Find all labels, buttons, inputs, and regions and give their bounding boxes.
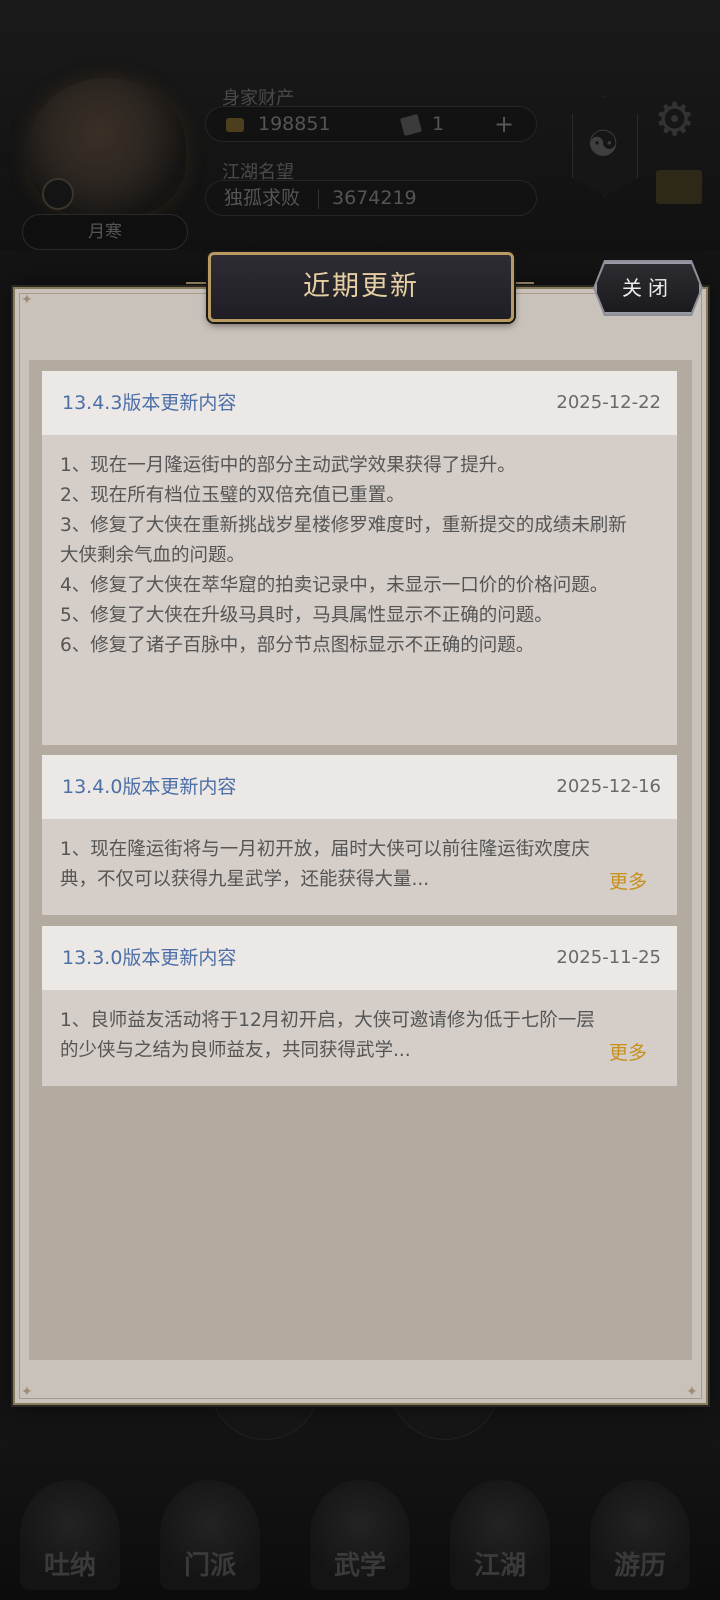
update-date: 2025-11-25 <box>556 947 661 968</box>
ticket-count: 1 <box>432 113 445 135</box>
rank-title: 独孤求败 <box>224 187 301 209</box>
nav-jianghu[interactable]: 江湖 <box>450 1480 550 1590</box>
close-button[interactable]: 关闭 <box>595 262 701 314</box>
dialog-title: 近期更新 <box>303 271 419 302</box>
coin-count: 198851 <box>258 113 331 135</box>
update-date: 2025-12-16 <box>556 776 661 797</box>
update-entry: 13.4.3版本更新内容 2025-12-22 1、现在一月隆运街中的部分主动武… <box>42 371 677 745</box>
nav-travel[interactable]: 游历 <box>590 1480 690 1590</box>
update-body: 1、良师益友活动将于12月初开启，大侠可邀请修为低于七阶一层的少侠与之结为良师益… <box>42 990 677 1086</box>
update-text: 1、现在一月隆运街中的部分主动武学效果获得了提升。 2、现在所有档位玉璧的双倍充… <box>60 455 627 656</box>
nav-martial-arts[interactable]: 武学 <box>310 1480 410 1590</box>
update-date: 2025-12-22 <box>556 392 661 413</box>
coin-icon <box>226 118 244 132</box>
update-text: 1、现在隆运街将与一月初开放，届时大侠可以前往隆运街欢度庆典，不仅可以获得九星武… <box>60 839 590 890</box>
corner-ornament: ✦ <box>21 292 33 308</box>
nav-label: 吐纳 <box>43 1551 96 1581</box>
bottom-navigation: 吐纳 门派 武学 江湖 游历 <box>0 1440 720 1600</box>
nav-label: 游历 <box>613 1551 666 1581</box>
reputation-bar: 独孤求败 3674219 <box>205 180 537 216</box>
update-entry[interactable]: 13.4.0版本更新内容 2025-12-16 1、现在隆运街将与一月初开放，届… <box>42 755 677 915</box>
update-entry-header: 13.4.0版本更新内容 2025-12-16 <box>42 755 677 819</box>
more-link[interactable]: 更多 <box>609 1038 647 1065</box>
update-title: 13.4.0版本更新内容 <box>62 776 237 798</box>
update-body: 1、现在隆运街将与一月初开放，届时大侠可以前往隆运街欢度庆典，不仅可以获得九星武… <box>42 819 677 915</box>
title-ornament-right <box>512 282 534 292</box>
avatar-level-ring <box>42 178 74 210</box>
update-title: 13.3.0版本更新内容 <box>62 947 237 969</box>
title-ornament-left <box>186 282 208 292</box>
more-link[interactable]: 更多 <box>609 867 647 894</box>
nav-tuna[interactable]: 吐纳 <box>20 1480 120 1590</box>
update-body: 1、现在一月隆运街中的部分主动武学效果获得了提升。 2、现在所有档位玉璧的双倍充… <box>42 435 677 745</box>
ticket-icon <box>399 113 423 137</box>
add-currency-button[interactable]: + <box>494 107 514 141</box>
wealth-bar: 198851 1 + <box>205 106 579 142</box>
gear-icon[interactable]: ⚙ <box>654 96 695 142</box>
reputation-value: 3674219 <box>332 187 417 209</box>
update-entry[interactable]: 13.3.0版本更新内容 2025-11-25 1、良师益友活动将于12月初开启… <box>42 926 677 1086</box>
nav-label: 武学 <box>333 1551 386 1581</box>
nav-label: 门派 <box>183 1551 236 1581</box>
dialog-title-plate: 近期更新 <box>208 252 514 322</box>
mail-icon[interactable] <box>656 170 702 204</box>
yinyang-button[interactable]: ☯ <box>572 96 638 196</box>
update-entry-header: 13.4.3版本更新内容 2025-12-22 <box>42 371 677 435</box>
update-text: 1、良师益友活动将于12月初开启，大侠可邀请修为低于七阶一层的少侠与之结为良师益… <box>60 1010 595 1061</box>
corner-ornament: ✦ <box>21 1384 33 1400</box>
corner-ornament: ✦ <box>686 1384 698 1400</box>
nav-sect[interactable]: 门派 <box>160 1480 260 1590</box>
yinyang-icon: ☯ <box>587 124 620 165</box>
update-title: 13.4.3版本更新内容 <box>62 392 237 414</box>
update-entry-header: 13.3.0版本更新内容 2025-11-25 <box>42 926 677 990</box>
player-name: 月寒 <box>22 214 188 250</box>
nav-label: 江湖 <box>473 1551 526 1581</box>
